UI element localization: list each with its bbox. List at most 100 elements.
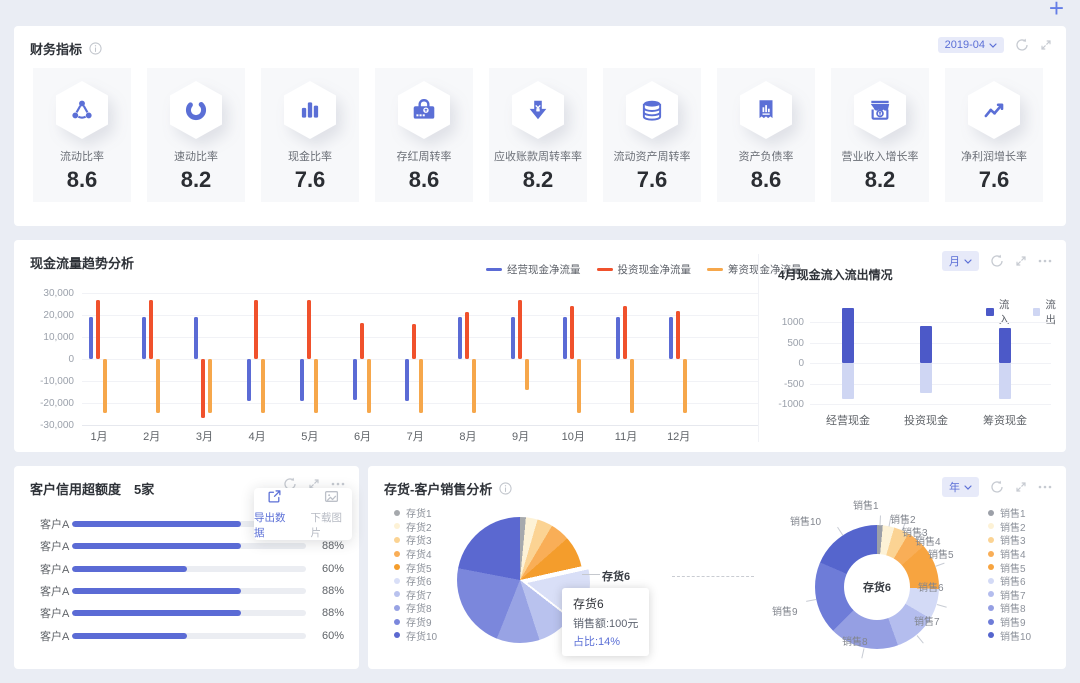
bar — [352, 359, 357, 400]
info-icon — [499, 482, 512, 495]
legend-swatch — [707, 267, 723, 272]
legend-item[interactable]: 存货7 — [394, 588, 437, 602]
metric-tile: 净利润增长率 7.6 — [945, 68, 1043, 202]
metric-icon-hexagon — [56, 81, 108, 139]
bar — [630, 359, 634, 413]
card-controls: 月 — [942, 251, 1052, 271]
gridline — [82, 337, 758, 338]
refresh-icon[interactable] — [1015, 38, 1029, 52]
legend-dot — [988, 618, 994, 625]
x-axis-label: 经营现金 — [826, 415, 870, 427]
legend-item[interactable]: 投资现金净流量 — [596, 262, 692, 277]
card-controls: 2019-04 — [937, 37, 1052, 53]
customer-label: 客户A — [40, 586, 70, 599]
card-menu-popover: 导出数据 下载图片 — [254, 488, 352, 540]
card-title: 现金流量趋势分析 — [30, 253, 134, 272]
legend-label: 销售10 — [1000, 631, 1032, 643]
x-axis-label: 投资现金 — [904, 415, 948, 427]
legend-item[interactable]: 存货1 — [394, 506, 437, 520]
legend-dot — [988, 591, 994, 598]
legend-item[interactable]: 存货10 — [394, 628, 437, 643]
legend-item[interactable]: 存货2 — [394, 520, 437, 534]
x-axis-label: 1月 — [90, 431, 108, 443]
donut-leader-line — [860, 647, 864, 658]
legend-item[interactable]: 销售4 — [988, 547, 1031, 561]
cashflow-trend-chart[interactable]: 30,000 20,000 10,000 0 -10,000 -20,000 -30,000… — [30, 286, 762, 444]
legend-item[interactable]: 销售2 — [988, 520, 1031, 534]
selected-slice-label: 存货6 — [602, 571, 631, 583]
legend-dot — [988, 523, 994, 530]
credit-row: 客户A 88% — [14, 602, 359, 624]
metric-icon-hexagon — [626, 81, 678, 139]
expand-icon[interactable] — [1015, 255, 1027, 267]
share-icon — [69, 97, 95, 123]
legend-item[interactable]: 存货5 — [394, 560, 437, 575]
bar-fill — [72, 588, 241, 595]
bar-track — [72, 588, 306, 595]
legend-item[interactable]: 存货6 — [394, 574, 437, 588]
more-icon[interactable] — [1038, 259, 1052, 263]
legend-dot — [988, 604, 994, 611]
metric-icon-hexagon — [854, 81, 906, 139]
export-data-button[interactable]: 导出数据 — [254, 489, 296, 540]
y-axis-label: 10,000 — [43, 332, 74, 343]
legend-item[interactable]: 存货3 — [394, 533, 437, 547]
percent-value: 88% — [321, 607, 344, 620]
bar — [96, 299, 100, 359]
legend-item[interactable]: 存货9 — [394, 615, 437, 629]
shop-yen-icon — [867, 97, 893, 123]
legend-item[interactable]: 经营现金净流量 — [486, 262, 581, 277]
more-icon[interactable] — [1038, 485, 1052, 489]
legend-item[interactable]: 存货4 — [394, 547, 437, 561]
inventory-legend: 存货1 存货2 存货3 存货4 存货5 存货6 存货7 存货8 存货9 存货10 — [394, 506, 437, 643]
date-selector[interactable]: 2019-04 — [937, 37, 1004, 53]
legend-item[interactable]: 存货8 — [394, 601, 437, 615]
metric-label: 存红周转率 — [396, 151, 452, 163]
legend-item[interactable]: 销售6 — [988, 574, 1031, 588]
legend-item[interactable]: 销售5 — [988, 560, 1031, 575]
customer-label: 客户A — [40, 630, 70, 643]
x-axis-label: 4月 — [248, 431, 266, 443]
metric-icon-hexagon — [284, 81, 336, 139]
legend-item[interactable]: 销售8 — [988, 601, 1031, 615]
percent-value: 60% — [321, 562, 344, 575]
customer-label: 客户A — [40, 608, 70, 621]
download-image-button[interactable]: 下载图片 — [311, 489, 353, 540]
y-axis-label: 1000 — [781, 317, 804, 328]
bar — [570, 306, 575, 359]
period-selector[interactable]: 年 — [942, 477, 979, 497]
expand-icon[interactable] — [1015, 481, 1027, 493]
metric-label: 速动比率 — [174, 151, 218, 163]
metric-tile: 资产负债率 8.6 — [717, 68, 815, 202]
download-image-label: 下载图片 — [310, 511, 343, 539]
metric-label: 流动资产周转率 — [613, 151, 691, 163]
inventory-sales-card: 存货-客户销售分析 年 存货1 存货2 存货3 存货4 存货5 存货6 存货7 存货8 存货9 存… — [368, 466, 1066, 669]
more-icon[interactable] — [331, 482, 345, 486]
metric-icon-hexagon — [968, 81, 1020, 139]
metric-value: 7.6 — [636, 167, 668, 192]
refresh-icon[interactable] — [990, 480, 1004, 494]
bar — [366, 359, 371, 413]
legend-label: 投资现金净流量 — [617, 264, 692, 276]
expand-icon[interactable] — [1040, 39, 1052, 51]
x-axis-label: 2月 — [143, 431, 161, 443]
legend-item[interactable]: 销售3 — [988, 533, 1031, 547]
legend-item[interactable]: 销售7 — [988, 588, 1031, 602]
period-selector[interactable]: 月 — [942, 251, 979, 271]
hexagon — [398, 81, 450, 139]
metric-value: 8.2 — [522, 167, 554, 192]
customer-count: 5家 — [134, 482, 155, 497]
add-widget-button[interactable]: + — [1049, 0, 1064, 22]
inflow-outflow-chart[interactable]: 1000 500 0 -500 -1000 经营现金 投资现金 筹资现金 — [774, 304, 1059, 434]
metric-tiles: 流动比率 8.6 速动比率 8.2 现金比率 7.6 存红周转率 8.6 应收账款周转率率 8.2… — [33, 68, 1043, 202]
legend-item[interactable]: 销售10 — [988, 628, 1032, 643]
x-axis-label: 11月 — [614, 431, 638, 443]
card-title-text: 存货-客户销售分析 — [384, 482, 493, 497]
bar — [464, 311, 469, 359]
bar — [148, 299, 153, 359]
financial-indicators-card: 财务指标 2019-04 流动比率 8.6 速动比率 8.2 现金比率 7.6 存红周转率 8… — [14, 26, 1066, 226]
donut-leader-line — [837, 527, 844, 536]
legend-item[interactable]: 销售1 — [988, 506, 1031, 520]
refresh-icon[interactable] — [990, 254, 1004, 268]
legend-item[interactable]: 销售9 — [988, 615, 1031, 629]
